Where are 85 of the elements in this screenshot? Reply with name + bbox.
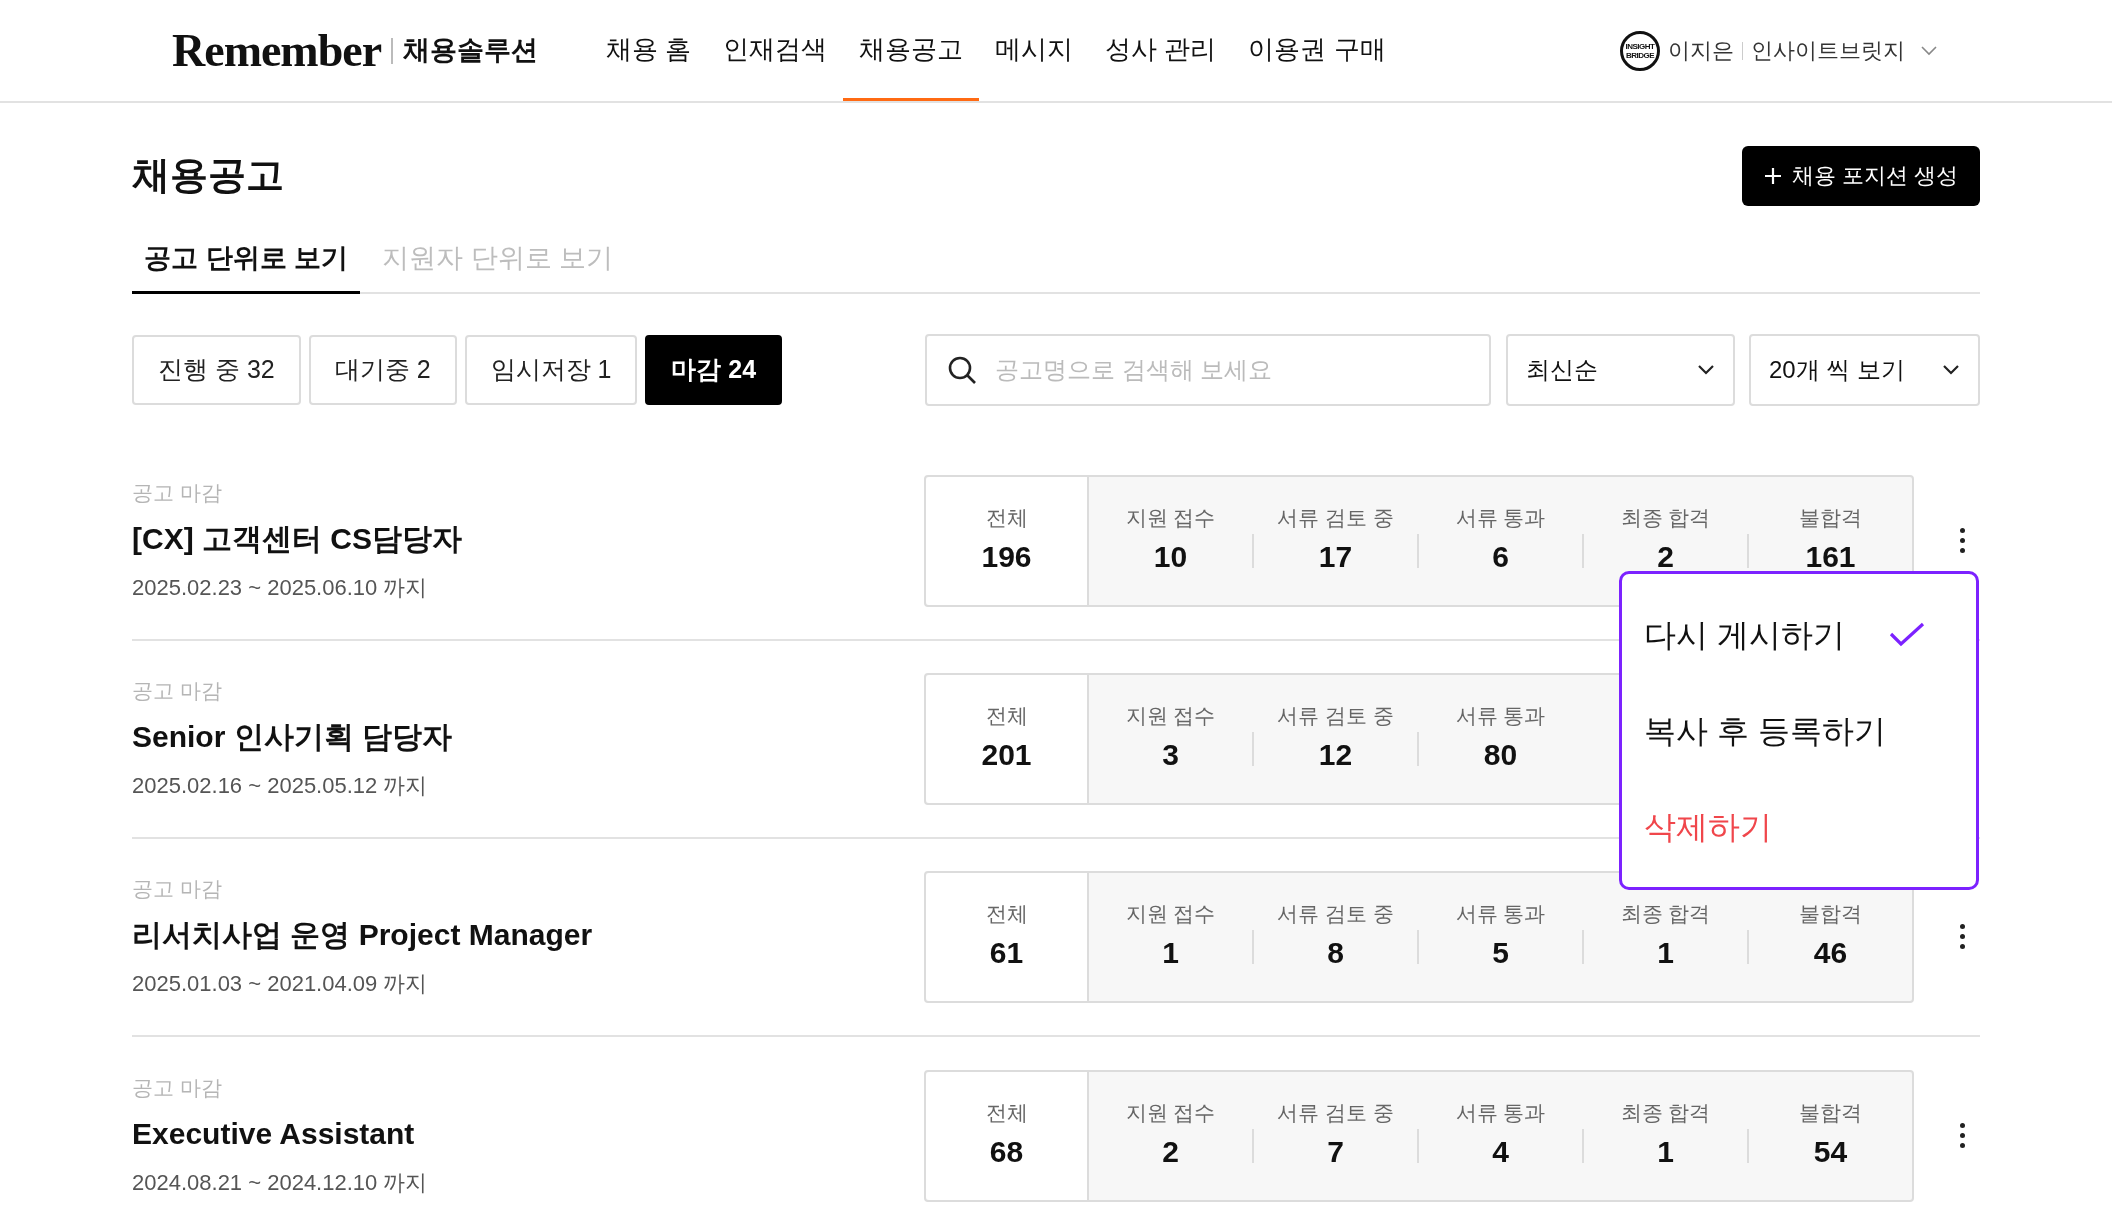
stat-label: 서류 통과: [1455, 901, 1546, 928]
nav-tab[interactable]: 채용 홈: [590, 0, 708, 101]
stat-label: 서류 검토 중: [1277, 505, 1394, 532]
nav-tab[interactable]: 성사 관리: [1089, 0, 1233, 101]
status-filter[interactable]: 대기중 2: [308, 334, 457, 405]
menu-item[interactable]: 복사 후 등록하기: [1644, 706, 1886, 755]
stat-value: 161: [1805, 538, 1856, 575]
stat-label: 전체: [985, 505, 1028, 532]
page-title: 채용공고: [132, 153, 284, 198]
stat-label: 서류 통과: [1455, 703, 1546, 730]
nav-tab[interactable]: 메시지: [979, 0, 1090, 101]
stat-value: 1: [1162, 934, 1179, 971]
posting-period: 2025.02.16 ~ 2025.05.12 까지: [132, 772, 429, 801]
stat-label: 지원 접수: [1125, 703, 1216, 730]
view-tab[interactable]: 공고 단위로 보기: [132, 238, 360, 294]
stat-label: 전체: [985, 1100, 1028, 1127]
stat-label: 최종 합격: [1620, 505, 1711, 532]
stat-label: 불합격: [1799, 901, 1862, 928]
stat-value: 7: [1327, 1133, 1344, 1170]
stat-label: 최종 합격: [1620, 1100, 1711, 1127]
stat-label: 서류 통과: [1455, 505, 1546, 532]
stat-label: 서류 검토 중: [1277, 1100, 1394, 1127]
stat-value: 1: [1657, 1133, 1674, 1170]
stat-value: 5: [1492, 934, 1509, 971]
stat-value: 12: [1318, 736, 1353, 773]
posting-status: 공고 마감: [132, 875, 223, 902]
stat-value: 3: [1162, 736, 1179, 773]
stat-value: 80: [1483, 736, 1518, 773]
stat-value: 2: [1162, 1133, 1179, 1170]
stat-label: 서류 검토 중: [1277, 703, 1394, 730]
stat-value: 1: [1657, 934, 1674, 971]
posting-title[interactable]: 리서치사업 운영 Project Manager: [132, 912, 924, 958]
stat-label: 불합격: [1799, 1100, 1862, 1127]
status-filter[interactable]: 마감 24: [645, 334, 783, 405]
stat-label: 전체: [985, 703, 1028, 730]
stat-value: 2: [1657, 538, 1674, 575]
posting-title[interactable]: Executive Assistant: [132, 1111, 924, 1157]
stat-label: 지원 접수: [1125, 505, 1216, 532]
posting-title[interactable]: [CX] 고객센터 CS담당자: [132, 516, 924, 562]
company-logo: INSIGHT BRIDGE: [1620, 30, 1660, 71]
user-name[interactable]: 이지은: [1668, 34, 1734, 67]
stat-value: 201: [981, 736, 1032, 773]
sort-dropdown[interactable]: 최신순: [1506, 333, 1735, 406]
stat-value: 8: [1327, 934, 1344, 971]
chevron-down-icon: [1697, 363, 1715, 376]
menu-item[interactable]: 다시 게시하기: [1644, 610, 1845, 659]
stat-label: 불합격: [1799, 505, 1862, 532]
status-filter[interactable]: 진행 중 32: [132, 334, 301, 405]
search-field[interactable]: 공고명으로 검색해 보세요: [925, 333, 1491, 406]
stat-value: 68: [989, 1133, 1024, 1170]
stat-label: 지원 접수: [1125, 901, 1216, 928]
stat-value: 17: [1318, 538, 1353, 575]
posting-period: 2025.02.23 ~ 2025.06.10 까지: [132, 574, 429, 603]
stat-value: 196: [981, 538, 1032, 575]
logo[interactable]: Remember: [172, 27, 382, 74]
chevron-down-icon[interactable]: [1921, 45, 1937, 56]
posting-status: 공고 마감: [132, 1074, 223, 1101]
search-icon: [947, 354, 977, 385]
chevron-down-icon: [1942, 363, 1960, 376]
stat-value: 6: [1492, 538, 1509, 575]
stat-value: 10: [1153, 538, 1188, 575]
stat-value: 61: [989, 934, 1024, 971]
nav-tab[interactable]: 채용공고: [843, 0, 980, 101]
stat-label: 서류 검토 중: [1277, 901, 1394, 928]
create-position-button[interactable]: 채용 포지션 생성: [1741, 145, 1980, 206]
stat-value: 54: [1813, 1133, 1848, 1170]
menu-item[interactable]: 삭제하기: [1644, 802, 1772, 851]
page-size-dropdown[interactable]: 20개 씩 보기: [1749, 333, 1980, 406]
stat-label: 전체: [985, 901, 1028, 928]
stat-label: 최종 합격: [1620, 901, 1711, 928]
nav-tab[interactable]: 인재검색: [707, 0, 844, 101]
posting-period: 2025.01.03 ~ 2021.04.09 까지: [132, 970, 429, 999]
posting-title[interactable]: Senior 인사기획 담당자: [132, 714, 924, 760]
stat-value: 4: [1492, 1133, 1509, 1170]
plus-icon: [1763, 166, 1782, 185]
stat-label: 지원 접수: [1125, 1100, 1216, 1127]
company-name[interactable]: 인사이트브릿지: [1751, 34, 1905, 67]
posting-status: 공고 마감: [132, 479, 223, 506]
stat-label: 서류 통과: [1455, 1100, 1546, 1127]
product-name: 채용솔루션: [403, 34, 539, 68]
posting-period: 2024.08.21 ~ 2024.12.10 까지: [132, 1169, 429, 1198]
posting-status: 공고 마감: [132, 677, 223, 704]
nav-tab[interactable]: 이용권 구매: [1232, 0, 1402, 101]
stat-value: 46: [1813, 934, 1848, 971]
status-filter[interactable]: 임시저장 1: [464, 334, 638, 405]
